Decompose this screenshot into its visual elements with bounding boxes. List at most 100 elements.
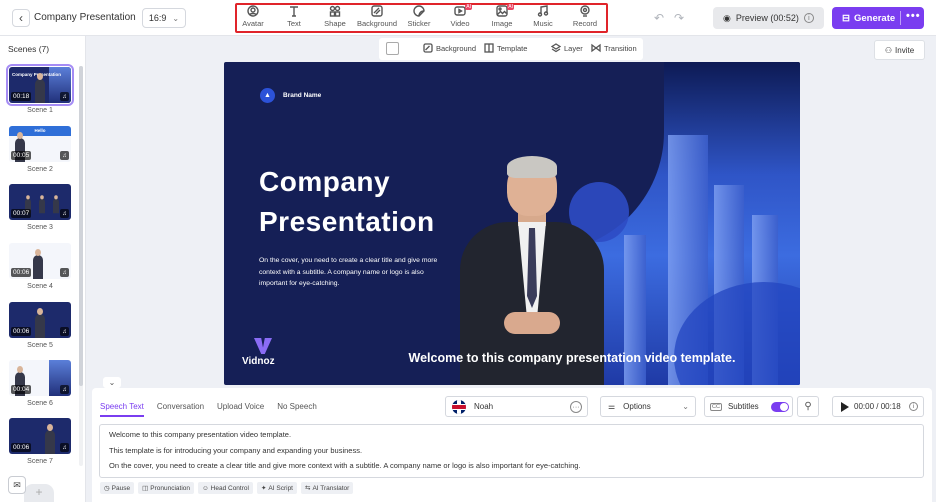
- scene-item-6[interactable]: 00:04 ♫ Scene 6: [9, 360, 71, 407]
- transition-tool[interactable]: Transition: [591, 43, 637, 53]
- more-options-icon[interactable]: •••: [906, 10, 921, 22]
- tab-speech-text[interactable]: Speech Text: [100, 402, 144, 417]
- chat-icon: ✉: [13, 479, 21, 490]
- pin-button[interactable]: ⚲: [797, 396, 819, 417]
- background-icon: [423, 43, 433, 53]
- scene-item-4[interactable]: 00:06 ♫ Scene 4: [9, 243, 71, 290]
- generate-button[interactable]: ⊟ Generate •••: [832, 7, 924, 29]
- tool-label: Music: [533, 19, 553, 28]
- pause-label: Pause: [111, 484, 131, 492]
- preview-button[interactable]: ◉ Preview (00:52) i: [713, 7, 824, 29]
- scene-duration: 00:06: [11, 443, 32, 452]
- info-icon[interactable]: i: [909, 402, 918, 411]
- scene-name: Scene 7: [27, 458, 53, 465]
- project-title[interactable]: Company Presentation: [34, 12, 136, 23]
- scene-name: Scene 2: [27, 166, 53, 173]
- tab-upload-voice[interactable]: Upload Voice: [217, 402, 264, 417]
- pronunciation-label: Pronunciation: [150, 484, 191, 492]
- pause-button[interactable]: ◷ Pause: [100, 482, 135, 494]
- tool-avatar[interactable]: Avatar: [230, 5, 276, 31]
- tool-music[interactable]: Music: [520, 5, 566, 31]
- script-textarea[interactable]: Welcome to this company presentation vid…: [99, 424, 924, 478]
- undo-icon[interactable]: ↶: [654, 11, 664, 25]
- scenes-title: Scenes (7): [8, 44, 50, 54]
- tool-shape[interactable]: Shape: [312, 5, 358, 31]
- button-divider: [900, 11, 901, 25]
- speech-tabs: Speech Text Conversation Upload Voice No…: [100, 402, 330, 417]
- layer-icon: [551, 43, 561, 53]
- voice-select[interactable]: Noah ···: [445, 396, 588, 417]
- layer-tool[interactable]: Layer: [551, 43, 583, 53]
- brand-block[interactable]: ▲ Brand Name: [260, 88, 321, 103]
- head-control-button[interactable]: ☺ Head Control: [198, 482, 253, 494]
- info-icon[interactable]: i: [803, 13, 814, 23]
- music-note-icon: ♫: [60, 268, 69, 277]
- pronunciation-button[interactable]: ◫ Pronunciation: [138, 482, 195, 494]
- scrollbar-thumb[interactable]: [79, 66, 83, 386]
- scene-name: Scene 5: [27, 342, 53, 349]
- sliders-icon: ⚌: [608, 402, 616, 411]
- ai-badge: AI: [465, 4, 472, 10]
- template-tool[interactable]: Template: [484, 43, 527, 53]
- help-chat-button[interactable]: ✉: [8, 476, 26, 494]
- title-line-2: Presentation: [259, 206, 435, 237]
- avatar-icon: [247, 5, 259, 17]
- more-icon[interactable]: ···: [570, 401, 582, 413]
- ai-translator-label: AI Translator: [312, 484, 350, 492]
- tool-text[interactable]: Text: [271, 5, 317, 31]
- tool-label: Avatar: [242, 19, 264, 28]
- scene-item-2[interactable]: Hello 00:05 ♫ Scene 2: [9, 126, 71, 173]
- scene-item-1[interactable]: Company Presentation 00:18 ♫ Scene 1: [6, 64, 74, 114]
- play-icon[interactable]: [841, 401, 849, 412]
- tool-label: Shape: [324, 19, 346, 28]
- thumbnail-avatar: [39, 195, 45, 214]
- tool-background[interactable]: Background: [354, 5, 400, 31]
- record-icon: [580, 5, 590, 17]
- redo-icon[interactable]: ↷: [674, 11, 684, 25]
- tool-sticker[interactable]: Sticker: [396, 5, 442, 31]
- ai-script-label: AI Script: [268, 484, 293, 492]
- slide-subtitle[interactable]: On the cover, you need to create a clear…: [259, 255, 449, 290]
- scene-item-7[interactable]: 00:06 ♫ Scene 7: [9, 418, 71, 465]
- invite-button[interactable]: ⚇ Invite: [874, 40, 925, 60]
- slide-caption[interactable]: Welcome to this company presentation vid…: [224, 351, 800, 365]
- generate-label: Generate: [853, 12, 896, 24]
- music-note-icon: ♫: [60, 443, 69, 452]
- tool-record[interactable]: Record: [562, 5, 608, 31]
- generate-icon: ⊟: [842, 12, 850, 24]
- preview-label: Preview (00:52): [735, 13, 799, 23]
- tab-no-speech[interactable]: No Speech: [277, 402, 317, 417]
- tool-video[interactable]: AI Video: [437, 4, 483, 31]
- chevron-down-icon: ⌄: [108, 378, 116, 387]
- scene-thumbnail: 00:06 ♫: [9, 302, 71, 338]
- tab-conversation[interactable]: Conversation: [157, 402, 204, 417]
- scene-name: Scene 4: [27, 283, 53, 290]
- color-swatch[interactable]: [386, 42, 399, 55]
- scene-item-5[interactable]: 00:06 ♫ Scene 5: [9, 302, 71, 349]
- tool-image[interactable]: AI Image: [479, 4, 525, 31]
- slide-canvas[interactable]: ▲ Brand Name Company Presentation On the…: [224, 62, 800, 385]
- options-select[interactable]: ⚌ Options ⌄: [600, 396, 696, 417]
- back-button[interactable]: ‹: [12, 9, 30, 27]
- scene-item-3[interactable]: 00:07 ♫ Scene 3: [9, 184, 71, 231]
- scene-thumbnail: 00:06 ♫: [9, 243, 71, 279]
- script-tools: ◷ Pause ◫ Pronunciation ☺ Head Control ✦ AI …: [100, 482, 354, 494]
- ai-script-icon: ✦: [260, 485, 267, 492]
- ai-script-button[interactable]: ✦ AI Script: [256, 482, 297, 494]
- subtitles-toggle[interactable]: [771, 402, 789, 412]
- scene-duration: 00:05: [11, 151, 32, 160]
- collapse-panel-button[interactable]: ⌄: [103, 377, 121, 388]
- slide-title[interactable]: Company Presentation: [259, 162, 435, 242]
- music-note-icon: ♫: [60, 209, 69, 218]
- music-icon: [537, 5, 549, 17]
- chevron-down-icon: ⌄: [172, 13, 180, 23]
- image-icon: [496, 5, 508, 17]
- add-scene-button[interactable]: +: [24, 484, 54, 502]
- background-icon: [371, 5, 383, 17]
- aspect-ratio-select[interactable]: 16:9 ⌄: [142, 8, 186, 28]
- head-control-icon: ☺: [202, 484, 209, 492]
- background-tool[interactable]: Background: [423, 43, 476, 53]
- ai-translator-button[interactable]: ⇆ AI Translator: [300, 482, 354, 494]
- pronunciation-icon: ◫: [142, 485, 149, 492]
- thumbnail-avatar: [33, 249, 43, 279]
